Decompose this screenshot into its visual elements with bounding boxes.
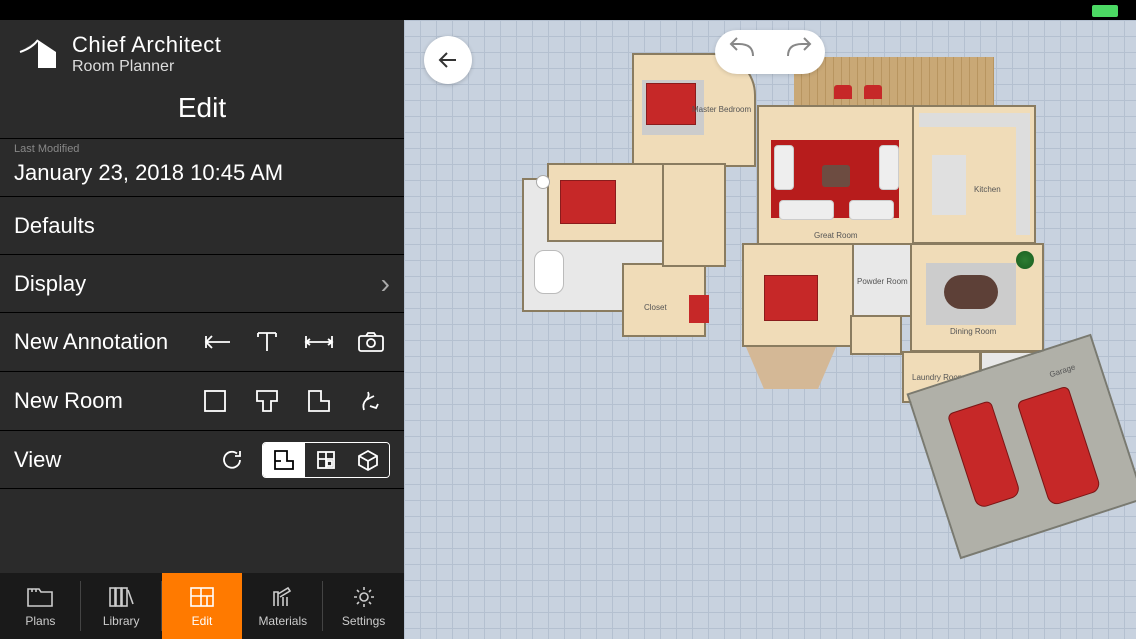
view-label: View [14,447,61,473]
view-row: View [0,431,404,489]
status-bar [0,0,1136,20]
tab-settings[interactable]: Settings [323,573,404,639]
battery-icon [1092,5,1118,17]
dresser[interactable] [689,295,709,323]
brand-logo-icon [14,34,62,74]
new-room-row: New Room [0,372,404,431]
display-label: Display [14,271,86,297]
coffee-table[interactable] [822,165,850,187]
bed-guest[interactable] [560,180,616,224]
last-modified-row[interactable]: Last Modified January 23, 2018 10:45 AM [0,139,404,197]
undo-button[interactable] [725,36,761,69]
car-2[interactable] [1016,385,1101,506]
new-room-label: New Room [14,388,123,414]
floorplan-drawing[interactable]: Master Bedroom Closet Great Room [464,45,1126,629]
camera-annotation-button[interactable] [352,323,390,361]
freehand-room-button[interactable] [352,382,390,420]
back-button[interactable] [424,36,472,84]
panel-title: Edit [0,84,404,139]
room-label: Kitchen [974,185,1001,194]
dimension-annotation-button[interactable] [300,323,338,361]
patio-chair[interactable] [864,85,882,99]
counter[interactable] [1016,113,1030,235]
tab-settings-label: Settings [342,614,385,628]
3d-view-button[interactable] [347,443,389,477]
kitchen-island[interactable] [932,155,966,215]
bathtub[interactable] [534,250,564,294]
car-1[interactable] [947,400,1022,509]
t-room-button[interactable] [248,382,286,420]
text-annotation-button[interactable] [248,323,286,361]
room-label: Powder Room [857,277,908,286]
defaults-label: Defaults [14,213,95,239]
patio-chair[interactable] [834,85,852,99]
counter[interactable] [919,113,1029,127]
room-label: Garage [1048,363,1076,380]
refresh-button[interactable] [216,444,248,476]
floorplan-view-button[interactable] [263,443,305,477]
edit-sidebar: Chief Architect Room Planner Edit Last M… [0,0,404,639]
new-annotation-label: New Annotation [14,329,168,355]
redo-button[interactable] [780,36,816,69]
brand-subtitle: Room Planner [72,58,221,76]
defaults-row[interactable]: Defaults [0,197,404,255]
app-root: Chief Architect Room Planner Edit Last M… [0,0,1136,639]
arrow-annotation-button[interactable] [196,323,234,361]
room-hall[interactable] [664,165,724,265]
sofa[interactable] [849,200,894,220]
armchair[interactable] [774,145,794,190]
brand-header: Chief Architect Room Planner [0,20,404,84]
last-modified-label: Last Modified [14,143,79,155]
tab-plans[interactable]: Plans [0,573,81,639]
chevron-right-icon: › [381,268,390,300]
dollhouse-view-button[interactable] [305,443,347,477]
front-porch[interactable] [746,347,836,389]
floorplan-canvas[interactable]: Master Bedroom Closet Great Room [404,0,1136,639]
tab-materials[interactable]: Materials [242,573,323,639]
l-room-button[interactable] [300,382,338,420]
bed-2[interactable] [764,275,818,321]
room-label: Great Room [814,231,858,240]
porch-area[interactable] [794,57,994,107]
plant[interactable] [1016,251,1034,269]
last-modified-value: January 23, 2018 10:45 AM [14,160,283,186]
room-storage[interactable] [852,317,900,353]
room-label: Master Bedroom [692,105,751,114]
brand-name: Chief Architect [72,32,221,58]
new-annotation-row: New Annotation [0,313,404,372]
sofa[interactable] [779,200,834,220]
armchair[interactable] [879,145,899,190]
tab-edit[interactable]: Edit [162,573,243,639]
sink[interactable] [536,175,550,189]
room-label: Closet [644,303,667,312]
tab-library-label: Library [103,614,140,628]
dining-table[interactable] [944,275,998,309]
display-row[interactable]: Display › [0,255,404,313]
tab-materials-label: Materials [258,614,307,628]
undo-redo-toolbar [715,30,825,74]
tab-edit-label: Edit [192,614,213,628]
square-room-button[interactable] [196,382,234,420]
tab-library[interactable]: Library [81,573,162,639]
view-mode-segment [262,442,390,478]
tab-plans-label: Plans [25,614,55,628]
room-label: Dining Room [950,327,996,336]
bottom-tab-bar: Plans Library Edit Materials Settings [0,573,404,639]
bed-master[interactable] [646,83,696,125]
